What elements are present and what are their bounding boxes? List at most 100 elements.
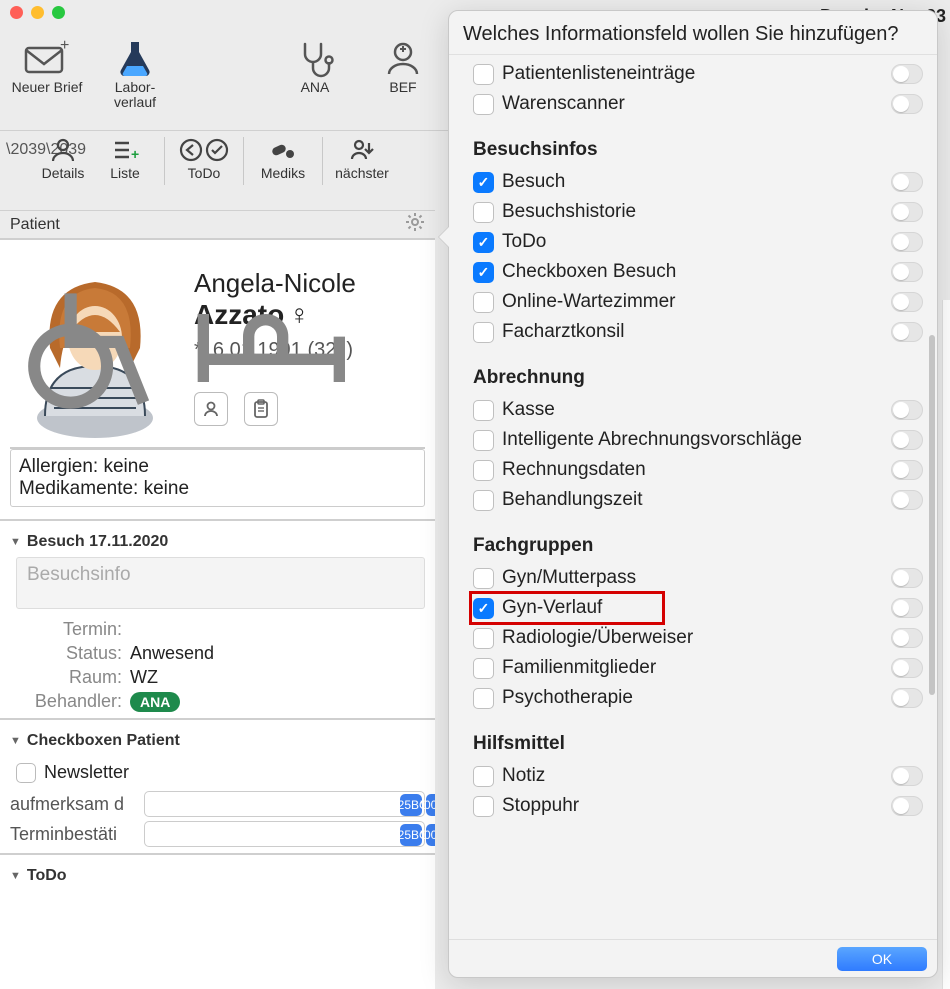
patient-notes[interactable]: Allergien: keine Medikamente: keine	[10, 449, 425, 507]
chevron-down-icon[interactable]: \25BC	[400, 824, 422, 846]
toggle-switch[interactable]	[891, 430, 923, 450]
details-button[interactable]: Details	[34, 135, 92, 181]
minimize-window-icon[interactable]	[31, 6, 44, 19]
scrollbar[interactable]	[929, 335, 935, 695]
checkbox-icon[interactable]	[473, 202, 494, 223]
info-field-option[interactable]: ToDo	[473, 227, 929, 257]
info-field-option[interactable]: Rechnungsdaten	[473, 455, 929, 485]
todo-button[interactable]: ToDo	[175, 135, 233, 181]
mediks-button[interactable]: Mediks	[254, 135, 312, 181]
info-field-option[interactable]: Online-Wartezimmer	[473, 287, 929, 317]
ana-button[interactable]: ANA	[276, 36, 354, 95]
checkbox-icon[interactable]	[473, 568, 494, 589]
toggle-switch[interactable]	[891, 658, 923, 678]
checkbox-section-title[interactable]: Checkboxen Patient	[10, 726, 425, 756]
info-field-option[interactable]: Besuchshistorie	[473, 197, 929, 227]
info-field-option[interactable]: Radiologie/Überweiser	[473, 623, 929, 653]
info-field-option[interactable]: Gyn-Verlauf	[473, 593, 929, 623]
liste-button[interactable]: + Liste	[96, 135, 154, 181]
option-label: Patientenlisteneinträge	[502, 63, 695, 85]
allergies-line: Allergien: keine	[19, 456, 416, 478]
toggle-switch[interactable]	[891, 598, 923, 618]
info-field-option[interactable]: Checkboxen Besuch	[473, 257, 929, 287]
toggle-switch[interactable]	[891, 262, 923, 282]
checkbox-icon[interactable]	[473, 232, 494, 253]
flask-icon	[113, 36, 157, 80]
toggle-switch[interactable]	[891, 232, 923, 252]
toggle-switch[interactable]	[891, 766, 923, 786]
info-field-option[interactable]: Notiz	[473, 761, 929, 791]
info-field-option[interactable]: Besuch	[473, 167, 929, 197]
besuchsinfo-input[interactable]: Besuchsinfo	[16, 557, 425, 609]
patient-section-header: Patient	[0, 210, 435, 240]
double-chevron-icon[interactable]: \00BB	[426, 794, 435, 816]
checkbox-icon[interactable]	[473, 322, 494, 343]
toggle-switch[interactable]	[891, 322, 923, 342]
info-field-option[interactable]: Gyn/Mutterpass	[473, 563, 929, 593]
checkbox-icon[interactable]	[473, 400, 494, 421]
toggle-switch[interactable]	[891, 460, 923, 480]
toggle-switch[interactable]	[891, 172, 923, 192]
sub-toolbar: \2039\2039 Details + Liste ToDo	[0, 130, 450, 195]
gear-icon[interactable]	[405, 212, 425, 238]
newsletter-checkbox-row[interactable]: Newsletter	[16, 762, 425, 783]
new-letter-label: Neuer Brief	[12, 80, 83, 95]
double-chevron-icon[interactable]: \00BB	[426, 824, 435, 846]
checkbox-icon[interactable]	[473, 430, 494, 451]
info-field-option[interactable]: Patientenlisteneinträge	[473, 59, 929, 89]
close-window-icon[interactable]	[10, 6, 23, 19]
info-field-option[interactable]: Facharztkonsil	[473, 317, 929, 347]
info-field-option[interactable]: Kasse	[473, 395, 929, 425]
checkbox-icon[interactable]	[473, 766, 494, 787]
checkbox-icon[interactable]	[473, 172, 494, 193]
checkbox-icon[interactable]	[473, 598, 494, 619]
checkbox-icon[interactable]	[473, 64, 494, 85]
info-field-option[interactable]: Warenscanner	[473, 89, 929, 119]
info-field-option[interactable]: Psychotherapie	[473, 683, 929, 713]
terminbest-dropdown[interactable]: \25BC \00BB	[144, 821, 425, 847]
ber-button[interactable]: BEF	[364, 36, 442, 95]
checkbox-icon[interactable]	[473, 658, 494, 679]
checkbox-icon[interactable]	[473, 796, 494, 817]
checkbox-icon[interactable]	[473, 460, 494, 481]
checkbox-icon[interactable]	[473, 688, 494, 709]
toggle-switch[interactable]	[891, 94, 923, 114]
dialog-footer: OK	[449, 939, 937, 977]
info-field-option[interactable]: Stoppuhr	[473, 791, 929, 821]
toggle-switch[interactable]	[891, 568, 923, 588]
info-field-option[interactable]: Behandlungszeit	[473, 485, 929, 515]
raum-label: Raum:	[10, 667, 130, 688]
toggle-switch[interactable]	[891, 292, 923, 312]
checkbox-icon[interactable]	[473, 628, 494, 649]
todo-section-title[interactable]: ToDo	[10, 861, 425, 891]
person-down-icon	[349, 135, 375, 165]
checkbox-icon[interactable]	[473, 262, 494, 283]
aufmerksam-dropdown[interactable]: \25BC \00BB	[144, 791, 425, 817]
info-field-option[interactable]: Intelligente Abrechnungsvorschläge	[473, 425, 929, 455]
checkbox-icon[interactable]	[16, 763, 36, 783]
wheelchair-icon	[16, 258, 186, 443]
toolbar-expand[interactable]: \2039\2039	[6, 135, 30, 159]
maximize-window-icon[interactable]	[52, 6, 65, 19]
ok-button[interactable]: OK	[837, 947, 927, 971]
toggle-switch[interactable]	[891, 796, 923, 816]
naechster-button[interactable]: nächster	[333, 135, 391, 181]
toggle-switch[interactable]	[891, 628, 923, 648]
toggle-switch[interactable]	[891, 688, 923, 708]
toggle-switch[interactable]	[891, 64, 923, 84]
divider	[243, 137, 244, 185]
toggle-switch[interactable]	[891, 202, 923, 222]
besuch-section-title[interactable]: Besuch 17.11.2020	[10, 527, 425, 557]
new-letter-button[interactable]: + Neuer Brief	[8, 36, 86, 95]
checkbox-icon[interactable]	[473, 94, 494, 115]
checkbox-icon[interactable]	[473, 490, 494, 511]
checkbox-icon[interactable]	[473, 292, 494, 313]
back-check-icon	[179, 135, 229, 165]
raum-value: WZ	[130, 667, 158, 688]
info-field-option[interactable]: Familienmitglieder	[473, 653, 929, 683]
window-traffic-lights[interactable]	[10, 6, 65, 19]
toggle-switch[interactable]	[891, 490, 923, 510]
lab-course-button[interactable]: Labor- verlauf	[96, 36, 174, 111]
toggle-switch[interactable]	[891, 400, 923, 420]
chevron-down-icon[interactable]: \25BC	[400, 794, 422, 816]
